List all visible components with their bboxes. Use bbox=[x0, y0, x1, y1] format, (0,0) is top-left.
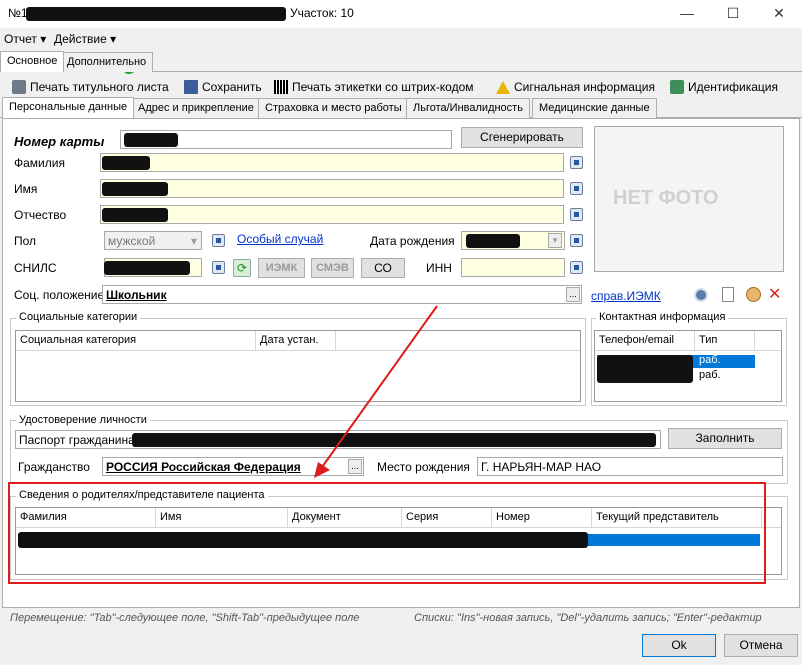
ok-button[interactable]: Ok bbox=[642, 634, 716, 657]
cancel-button[interactable]: Отмена bbox=[724, 634, 798, 657]
arrow-head bbox=[314, 462, 330, 478]
tab-main[interactable]: Основное bbox=[0, 51, 65, 72]
hint-lists: Списки: "Ins"-новая запись, "Del"-удалит… bbox=[414, 612, 762, 624]
arrow-line bbox=[319, 305, 438, 471]
tab-personal-data[interactable]: Персональные данные bbox=[2, 97, 135, 118]
hint-navigation: Перемещение: "Tab"-следующее поле, "Shif… bbox=[10, 612, 360, 624]
